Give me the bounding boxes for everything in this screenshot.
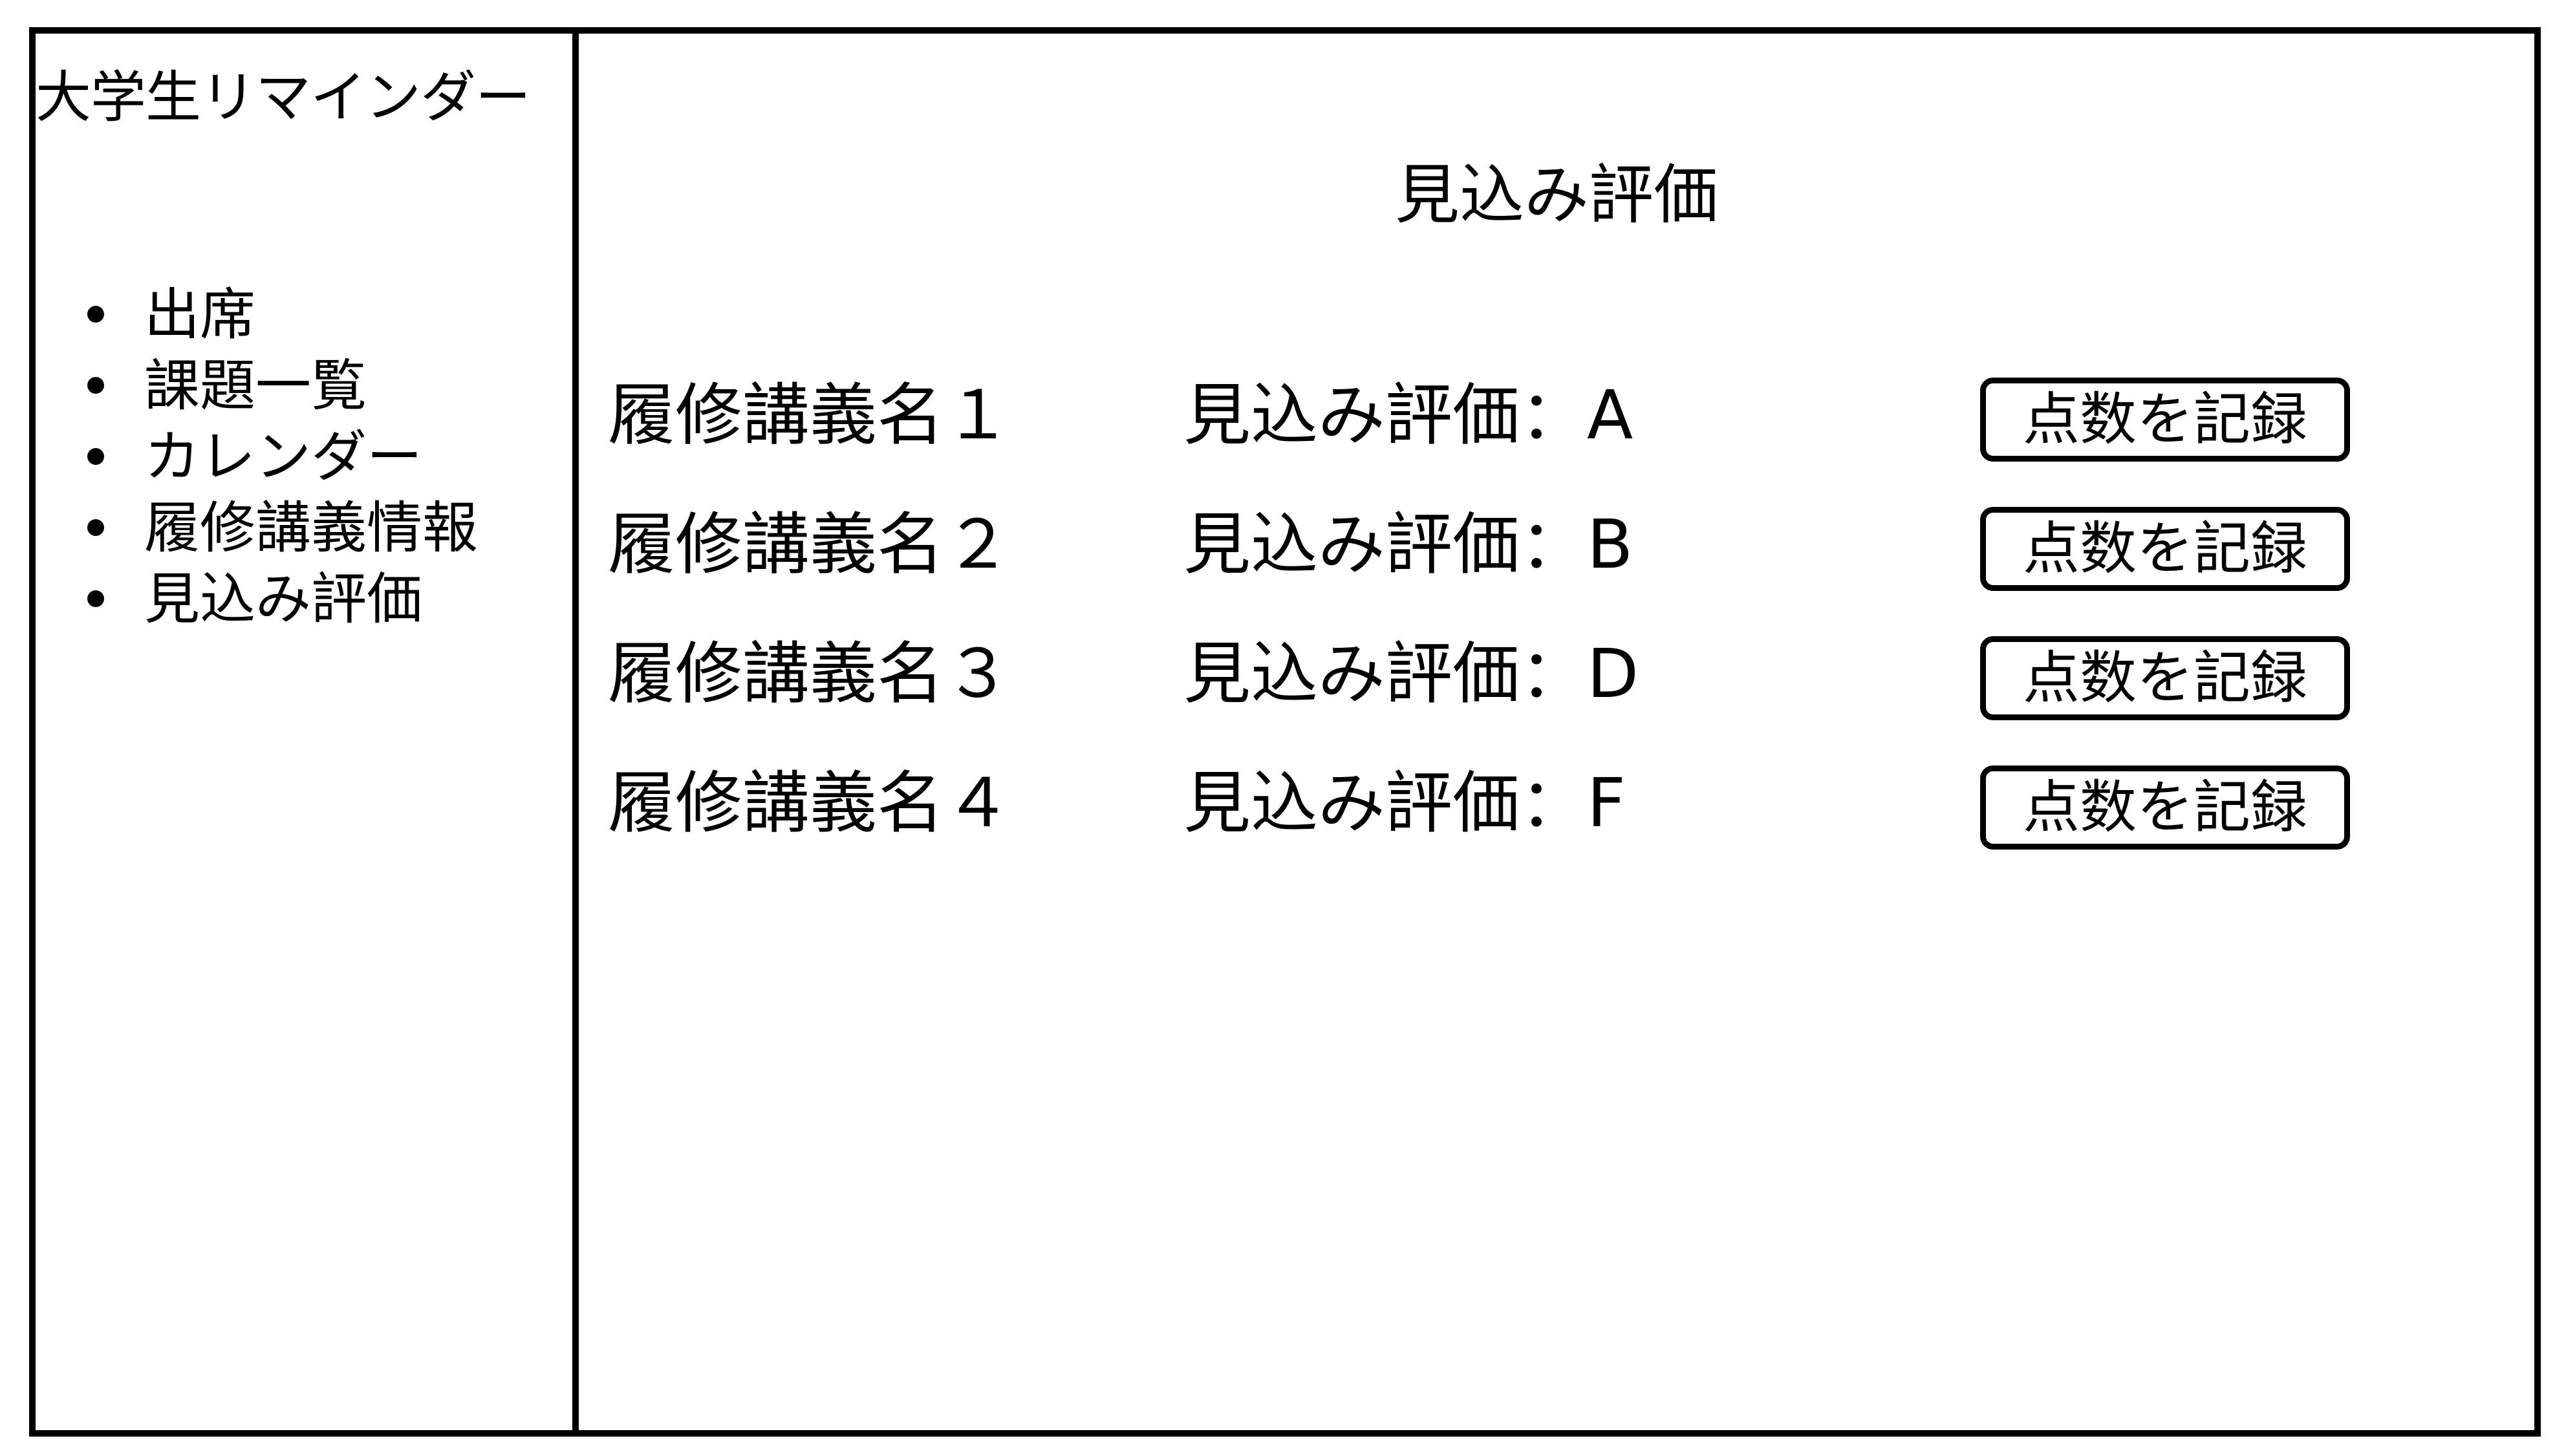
sidebar-item-label: 履修講義情報 <box>144 496 478 561</box>
expected-grade: 見込み評価：B <box>1183 505 1633 584</box>
record-score-button[interactable]: 点数を記録 <box>1980 765 2350 850</box>
nav-list: 出席 課題一覧 カレンダー 履修講義情報 見込み評価 <box>87 279 478 635</box>
bullet-icon <box>87 306 104 323</box>
course-row: 履修講義名１ 見込み評価：A 点数を記録 <box>579 363 2534 467</box>
sidebar-item-label: 出席 <box>144 283 255 347</box>
sidebar-item-course-info[interactable]: 履修講義情報 <box>87 493 478 564</box>
sidebar-item-assignments[interactable]: 課題一覧 <box>87 350 478 422</box>
expected-grade: 見込み評価：F <box>1183 764 1626 842</box>
sidebar-item-expected-grades[interactable]: 見込み評価 <box>87 564 478 635</box>
course-row: 履修講義名３ 見込み評価：D 点数を記録 <box>579 622 2534 725</box>
page-title: 見込み評価 <box>1395 157 1718 233</box>
bullet-icon <box>87 519 104 536</box>
expected-grade: 見込み評価：A <box>1183 376 1633 455</box>
sidebar: 大学生リマインダー 出席 課題一覧 カレンダー 履修講義情報 見込み評価 <box>36 34 579 1430</box>
sidebar-item-attendance[interactable]: 出席 <box>87 279 478 350</box>
bullet-icon <box>87 590 104 607</box>
course-row: 履修講義名４ 見込み評価：F 点数を記録 <box>579 751 2534 855</box>
bullet-icon <box>87 377 104 394</box>
sidebar-item-calendar[interactable]: カレンダー <box>87 422 478 493</box>
course-name: 履修講義名２ <box>608 505 1012 584</box>
sidebar-item-label: 課題一覧 <box>144 354 367 418</box>
record-score-button[interactable]: 点数を記録 <box>1980 507 2350 591</box>
app-frame: 大学生リマインダー 出席 課題一覧 カレンダー 履修講義情報 見込み評価 見込み… <box>29 27 2541 1437</box>
sidebar-item-label: カレンダー <box>144 425 422 489</box>
course-name: 履修講義名１ <box>608 376 1012 455</box>
record-score-button[interactable]: 点数を記録 <box>1980 636 2350 720</box>
sidebar-item-label: 見込み評価 <box>144 567 422 632</box>
course-row: 履修講義名２ 見込み評価：B 点数を記録 <box>579 493 2534 596</box>
app-title: 大学生リマインダー <box>36 65 531 130</box>
course-name: 履修講義名４ <box>608 764 1012 842</box>
bullet-icon <box>87 448 104 465</box>
main-content: 見込み評価 履修講義名１ 見込み評価：A 点数を記録 履修講義名２ 見込み評価：… <box>579 34 2534 1430</box>
expected-grade: 見込み評価：D <box>1183 634 1639 713</box>
record-score-button[interactable]: 点数を記録 <box>1980 378 2350 462</box>
course-name: 履修講義名３ <box>608 634 1012 713</box>
